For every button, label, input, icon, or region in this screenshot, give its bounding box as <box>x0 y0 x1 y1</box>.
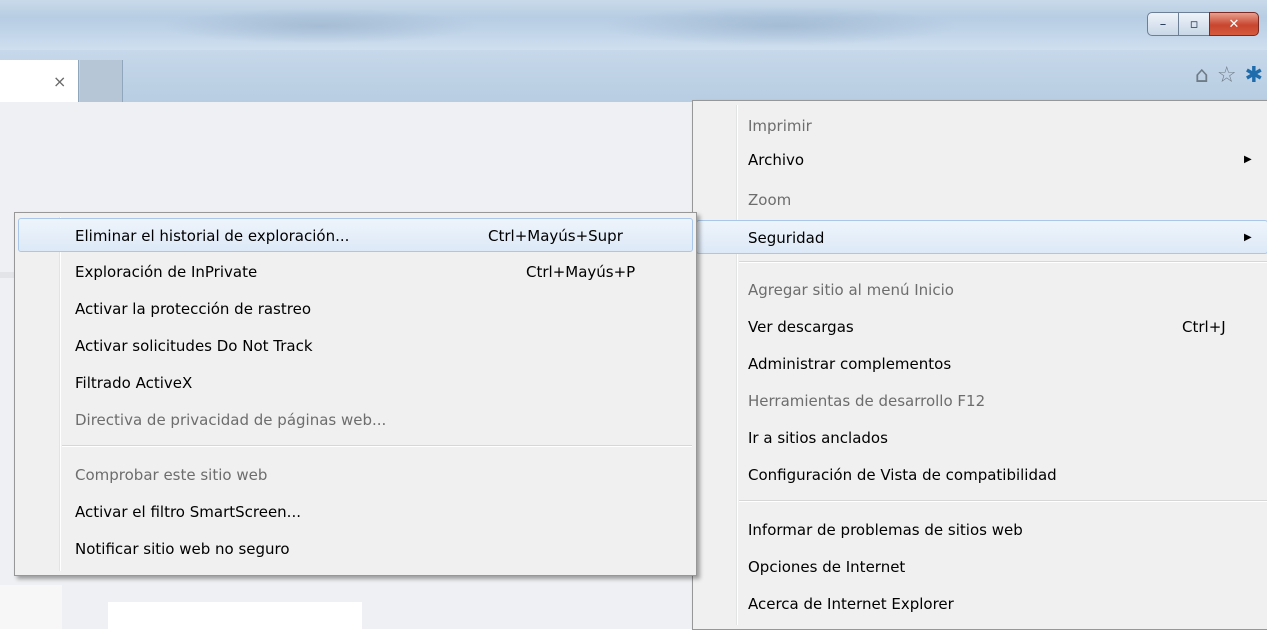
menu-item-label: Activar el filtro SmartScreen... <box>75 503 301 521</box>
menu-item-shortcut: Ctrl+Mayús+Supr <box>488 227 623 245</box>
close-window-button[interactable]: ✕ <box>1209 12 1259 36</box>
menu-item-imprimir[interactable]: Imprimir <box>696 109 1267 143</box>
menu-item-label: Ir a sitios anclados <box>748 429 888 447</box>
menu-item-label: Agregar sitio al menú Inicio <box>748 281 954 299</box>
menu-item-proteccion-rastreo[interactable]: Activar la protección de rastreo <box>18 292 693 326</box>
menu-item-label: Zoom <box>748 191 792 209</box>
menu-item-seguridad[interactable]: Seguridad ▶ <box>696 220 1267 254</box>
menu-item-shortcut: Ctrl+Mayús+P <box>526 263 636 281</box>
submenu-arrow-icon: ▶ <box>1244 232 1252 243</box>
menu-separator <box>62 445 692 447</box>
browser-tab[interactable]: × <box>0 60 79 102</box>
title-bar-decoration <box>600 6 960 46</box>
menu-item-smartscreen[interactable]: Activar el filtro SmartScreen... <box>18 495 693 529</box>
page-background-block <box>108 602 362 629</box>
submenu-arrow-icon: ▶ <box>1244 154 1252 165</box>
window-controls: – ▫ ✕ <box>1147 12 1259 40</box>
menu-item-eliminar-historial[interactable]: Eliminar el historial de exploración... … <box>18 218 693 252</box>
maximize-button[interactable]: ▫ <box>1178 12 1210 36</box>
menu-item-label: Exploración de InPrivate <box>75 263 258 281</box>
menu-item-label: Imprimir <box>748 117 812 135</box>
menu-separator <box>739 261 1267 263</box>
menu-item-comprobar-sitio[interactable]: Comprobar este sitio web <box>18 458 693 492</box>
page-background-block <box>0 585 62 629</box>
menu-item-label: Herramientas de desarrollo F12 <box>748 392 986 410</box>
menu-item-label: Activar la protección de rastreo <box>75 300 312 318</box>
tab-bar: × ⌂ ☆ ✱ <box>0 50 1267 102</box>
menu-item-notificar-sitio[interactable]: Notificar sitio web no seguro <box>18 532 693 566</box>
menu-item-vista-compatibilidad[interactable]: Configuración de Vista de compatibilidad <box>696 458 1267 492</box>
menu-item-acerca-de[interactable]: Acerca de Internet Explorer <box>696 587 1267 621</box>
close-tab-icon[interactable]: × <box>53 72 66 91</box>
menu-item-label: Directiva de privacidad de páginas web..… <box>75 411 387 429</box>
menu-item-herramientas-desarrollo[interactable]: Herramientas de desarrollo F12 <box>696 384 1267 418</box>
menu-item-informar-problemas[interactable]: Informar de problemas de sitios web <box>696 513 1267 547</box>
new-tab-button[interactable] <box>80 60 123 102</box>
menu-item-label: Seguridad <box>748 229 825 247</box>
toolbar-icons: ⌂ ☆ ✱ <box>1195 64 1263 88</box>
menu-item-shortcut: Ctrl+J <box>1182 318 1226 336</box>
menu-separator <box>739 500 1267 502</box>
menu-item-agregar-sitio[interactable]: Agregar sitio al menú Inicio <box>696 273 1267 307</box>
menu-item-label: Notificar sitio web no seguro <box>75 540 290 558</box>
tools-menu: Imprimir Archivo ▶ Zoom Seguridad ▶ Agre… <box>692 100 1267 630</box>
menu-item-label: Administrar complementos <box>748 355 952 373</box>
menu-item-label: Filtrado ActiveX <box>75 374 193 392</box>
home-icon[interactable]: ⌂ <box>1195 64 1209 88</box>
menu-item-label: Opciones de Internet <box>748 558 906 576</box>
menu-item-directiva-privacidad[interactable]: Directiva de privacidad de páginas web..… <box>18 403 693 437</box>
menu-item-opciones-internet[interactable]: Opciones de Internet <box>696 550 1267 584</box>
menu-item-do-not-track[interactable]: Activar solicitudes Do Not Track <box>18 329 693 363</box>
menu-item-label: Activar solicitudes Do Not Track <box>75 337 313 355</box>
menu-item-label: Eliminar el historial de exploración... <box>75 227 350 245</box>
menu-item-ver-descargas[interactable]: Ver descargas Ctrl+J <box>696 310 1267 344</box>
title-bar-decoration <box>160 8 480 44</box>
menu-item-label: Configuración de Vista de compatibilidad <box>748 466 1057 484</box>
security-submenu: Eliminar el historial de exploración... … <box>14 212 697 576</box>
menu-item-label: Archivo <box>748 151 805 169</box>
minimize-button[interactable]: – <box>1147 12 1179 36</box>
gear-icon[interactable]: ✱ <box>1245 64 1263 88</box>
menu-item-inprivate[interactable]: Exploración de InPrivate Ctrl+Mayús+P <box>18 255 693 289</box>
menu-item-administrar-complementos[interactable]: Administrar complementos <box>696 347 1267 381</box>
menu-item-label: Ver descargas <box>748 318 854 336</box>
menu-item-archivo[interactable]: Archivo ▶ <box>696 143 1267 177</box>
menu-item-filtrado-activex[interactable]: Filtrado ActiveX <box>18 366 693 400</box>
window-title-bar: – ▫ ✕ <box>0 0 1267 50</box>
menu-item-label: Comprobar este sitio web <box>75 466 268 484</box>
star-icon[interactable]: ☆ <box>1217 64 1237 88</box>
menu-item-zoom[interactable]: Zoom <box>696 183 1267 217</box>
menu-item-ir-a-sitios-anclados[interactable]: Ir a sitios anclados <box>696 421 1267 455</box>
menu-item-label: Acerca de Internet Explorer <box>748 595 954 613</box>
menu-item-label: Informar de problemas de sitios web <box>748 521 1023 539</box>
